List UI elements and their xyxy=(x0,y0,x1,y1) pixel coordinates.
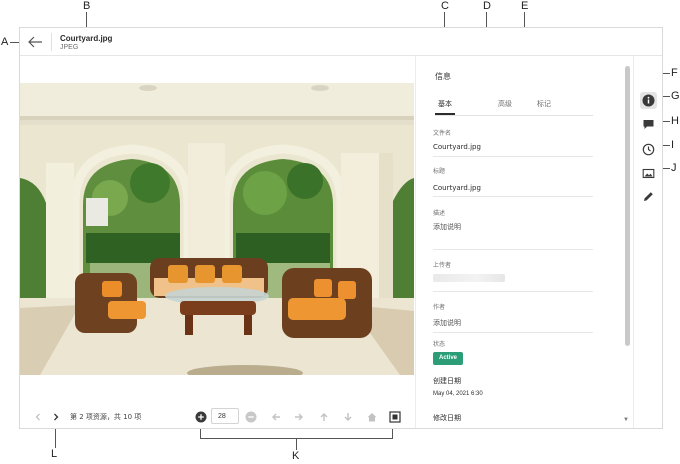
asset-viewer-window: Courtyard.jpg JPEG 第 2 项资源，共 10 项 28 信息 … xyxy=(19,27,663,429)
side-rail xyxy=(633,56,662,428)
tab-advanced[interactable]: 高级 xyxy=(498,99,512,109)
info-icon xyxy=(642,94,655,107)
created-date-label: 创建日期 xyxy=(433,377,461,385)
add-icon xyxy=(195,411,207,423)
next-asset-button[interactable] xyxy=(50,410,62,422)
comment-icon xyxy=(643,120,654,129)
pan-down-button[interactable] xyxy=(342,410,354,422)
status-label: 状态 xyxy=(433,341,446,348)
timeline-rail-button[interactable] xyxy=(640,141,657,158)
callout-j: J xyxy=(671,162,677,174)
callout-c: C xyxy=(441,0,449,12)
pencil-icon xyxy=(644,192,653,201)
callout-k-bracket xyxy=(200,438,393,439)
back-button[interactable] xyxy=(26,34,44,50)
filename-label: 文件名 xyxy=(433,130,452,137)
info-panel: 信息 基本 高级 标记 文件名 Courtyard.jpg 标题 Courtya… xyxy=(415,56,621,428)
arrow-left-icon xyxy=(28,36,42,48)
pan-left-button[interactable] xyxy=(270,410,282,422)
callout-d: D xyxy=(483,0,491,12)
courtyard-photo xyxy=(20,83,414,375)
field-divider xyxy=(433,249,593,250)
filename-value: Courtyard.jpg xyxy=(433,143,481,151)
description-label: 描述 xyxy=(433,210,446,217)
file-name: Courtyard.jpg xyxy=(60,34,113,43)
pager-status: 第 2 项资源，共 10 项 xyxy=(70,413,142,421)
callout-a: A xyxy=(1,36,9,48)
callout-l: L xyxy=(51,448,58,460)
scrollbar-thumb[interactable] xyxy=(625,66,630,346)
zoom-in-button[interactable] xyxy=(195,410,207,423)
callout-g: G xyxy=(671,90,680,102)
status-badge: Active xyxy=(433,352,463,365)
viewer-toolbar: 第 2 项资源，共 10 项 28 xyxy=(20,404,414,428)
field-divider xyxy=(433,332,593,333)
zoom-out-button[interactable] xyxy=(245,410,257,423)
active-tab-indicator xyxy=(435,113,455,115)
callout-i: I xyxy=(671,139,675,151)
image-preview[interactable] xyxy=(20,83,414,375)
panel-title: 信息 xyxy=(435,72,451,81)
pan-right-button[interactable] xyxy=(293,410,305,422)
header-bar: Courtyard.jpg JPEG xyxy=(20,28,662,56)
comments-rail-button[interactable] xyxy=(640,116,657,133)
callout-k-line xyxy=(296,438,297,450)
zoom-level-input[interactable]: 28 xyxy=(211,408,239,424)
callout-b: B xyxy=(83,0,91,12)
callout-f: F xyxy=(671,67,678,79)
fit-screen-icon xyxy=(389,411,401,423)
home-icon xyxy=(367,413,377,422)
tab-tags[interactable]: 标记 xyxy=(537,99,551,109)
uploader-value-redacted xyxy=(433,274,505,282)
arrow-down-icon xyxy=(344,413,352,421)
title-label: 标题 xyxy=(433,168,446,175)
modified-date-label: 修改日期 xyxy=(433,414,461,422)
uploader-label: 上传者 xyxy=(433,262,452,269)
arrow-left-icon xyxy=(272,413,280,421)
pan-up-button[interactable] xyxy=(318,410,330,422)
annotate-rail-button[interactable] xyxy=(640,188,657,205)
file-type: JPEG xyxy=(60,44,79,51)
image-icon xyxy=(642,168,655,179)
callout-e: E xyxy=(521,0,529,12)
header-divider xyxy=(51,33,52,51)
description-field[interactable]: 添加说明 xyxy=(433,222,461,232)
tabs-divider xyxy=(435,115,593,116)
created-date-value: May 04, 2021 6:30 xyxy=(433,391,483,397)
author-label: 作者 xyxy=(433,304,446,311)
title-field[interactable]: Courtyard.jpg xyxy=(433,184,481,192)
info-rail-button[interactable] xyxy=(640,92,657,109)
chevron-right-icon xyxy=(54,413,59,421)
field-divider xyxy=(433,156,593,157)
field-divider xyxy=(433,291,593,292)
fit-to-screen-button[interactable] xyxy=(389,410,401,423)
field-divider xyxy=(433,196,593,197)
previous-asset-button[interactable] xyxy=(32,410,44,422)
renditions-rail-button[interactable] xyxy=(640,165,657,182)
author-field[interactable]: 添加说明 xyxy=(433,318,461,328)
tab-basic[interactable]: 基本 xyxy=(438,99,452,109)
callout-h: H xyxy=(671,115,679,127)
clock-icon xyxy=(642,143,655,156)
reset-view-button[interactable] xyxy=(366,410,378,422)
callout-k: K xyxy=(292,450,300,462)
arrow-up-icon xyxy=(320,413,328,421)
arrow-right-icon xyxy=(295,413,303,421)
scroll-down-icon[interactable]: ▼ xyxy=(623,417,629,423)
subtract-icon xyxy=(245,411,257,423)
chevron-left-icon xyxy=(35,413,40,421)
